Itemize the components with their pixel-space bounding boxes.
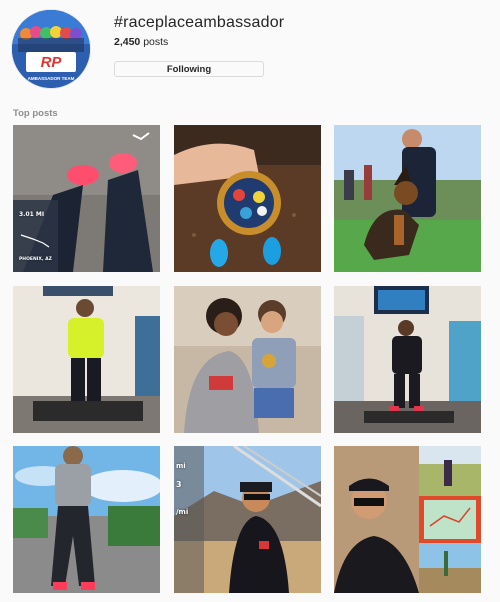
post-8-number-text: 3 xyxy=(176,480,182,489)
post-1-distance-text: 3.01 MI xyxy=(19,211,45,218)
hashtag-page: RP AMBASSADOR TEAM #raceplaceambassador … xyxy=(0,0,500,602)
post-image-treadmill-yellow-shirt xyxy=(13,286,160,433)
post-tile-8[interactable]: mi 3 /mi xyxy=(174,446,321,593)
post-image-dog xyxy=(334,125,481,272)
post-image-runner-outdoors xyxy=(13,446,160,593)
post-1-location-text: PHOENIX, AZ xyxy=(19,257,52,262)
post-tile-7[interactable] xyxy=(13,446,160,593)
post-tile-5[interactable] xyxy=(174,286,321,433)
top-posts-grid: 3.01 MI PHOENIX, AZ mi 3 /mi xyxy=(0,0,500,602)
post-8-pace-text: /mi xyxy=(176,508,189,516)
post-image-running-shoes xyxy=(13,125,160,272)
post-tile-2[interactable] xyxy=(174,125,321,272)
post-8-unit-text: mi xyxy=(176,462,186,470)
post-tile-1[interactable]: 3.01 MI PHOENIX, AZ xyxy=(13,125,160,272)
post-image-trail-collage xyxy=(334,446,481,593)
post-image-mom-and-child xyxy=(174,286,321,433)
post-image-medal xyxy=(174,125,321,272)
post-tile-4[interactable] xyxy=(13,286,160,433)
post-image-runner-selfie-trail xyxy=(174,446,321,593)
post-tile-9[interactable] xyxy=(334,446,481,593)
post-image-treadmill-black-shirt xyxy=(334,286,481,433)
post-tile-6[interactable] xyxy=(334,286,481,433)
post-tile-3[interactable] xyxy=(334,125,481,272)
